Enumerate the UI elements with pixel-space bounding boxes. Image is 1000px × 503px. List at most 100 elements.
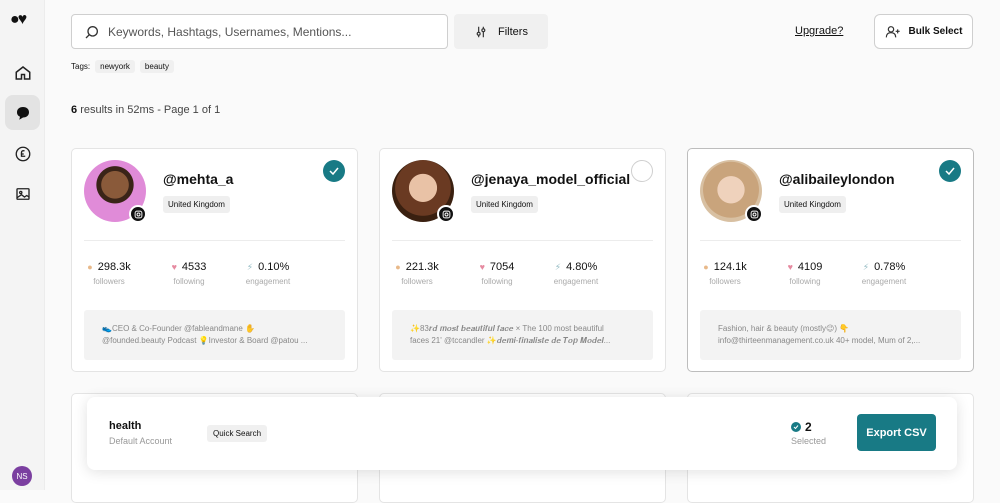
- card-divider: [700, 240, 961, 241]
- engagement-stat: ⚡ 4.80% engagement: [536, 261, 616, 286]
- following-label: following: [481, 277, 513, 286]
- bio-line: faces 21' @tccandler ✨𝒅𝒆𝒎𝒊-𝒇𝒊𝒏𝒂𝒍𝒊𝒔𝒕𝒆 𝒅𝒆 …: [410, 336, 611, 345]
- person-icon: ●: [87, 262, 93, 272]
- tag-chip[interactable]: newyork: [95, 60, 135, 73]
- bio-line: 👟CEO & Co-Founder @fableandmane ✋: [102, 324, 255, 333]
- billing-nav-button[interactable]: [5, 136, 40, 171]
- search-icon: [85, 25, 98, 38]
- image-icon: [15, 187, 30, 200]
- engagement-label: engagement: [245, 277, 291, 286]
- tags-label: Tags:: [71, 62, 91, 71]
- influencer-handle[interactable]: @mehta_a: [163, 171, 233, 187]
- export-csv-button[interactable]: Export CSV: [857, 414, 936, 451]
- add-user-icon: [885, 25, 900, 37]
- followers-value: 221.3k: [405, 261, 439, 273]
- chat-bubble-icon: [16, 106, 29, 120]
- bulk-select-label: Bulk Select: [908, 26, 963, 37]
- results-text: results in 52ms - Page 1 of 1: [80, 104, 221, 116]
- engagement-stat: ⚡ 0.10% engagement: [228, 261, 308, 286]
- checkmark-icon: [791, 422, 801, 432]
- sidebar: ●♥ NS: [0, 0, 45, 490]
- search-input[interactable]: [108, 24, 428, 39]
- engagement-value: 0.78%: [874, 261, 906, 273]
- currency-icon: [15, 146, 30, 161]
- selected-count: 2: [791, 420, 812, 434]
- user-avatar[interactable]: NS: [12, 466, 32, 486]
- selected-label: Selected: [791, 436, 827, 446]
- bio-line: @founded.beauty Podcast 💡Investor & Boar…: [102, 336, 308, 345]
- following-value: 4109: [797, 261, 823, 273]
- following-value: 7054: [489, 261, 515, 273]
- instagram-icon: [129, 205, 147, 223]
- following-stat: ♥ 4109 following: [765, 261, 845, 286]
- home-icon: [15, 65, 30, 80]
- heart-icon: ♥: [171, 262, 177, 272]
- followers-value: 298.3k: [97, 261, 131, 273]
- followers-stat: ● 221.3k followers: [377, 261, 457, 286]
- card-divider: [392, 240, 653, 241]
- bio-text: ✨83𝒓𝒅 𝒎𝒐𝒔𝒕 𝒃𝒆𝒂𝒖𝒕𝒊𝒇𝒖𝒍 𝒇𝒂𝒄𝒆 × The 100 most…: [392, 310, 653, 360]
- following-stat: ♥ 4533 following: [149, 261, 229, 286]
- followers-stat: ● 298.3k followers: [69, 261, 149, 286]
- bulk-select-button[interactable]: Bulk Select: [874, 14, 973, 49]
- select-checkbox[interactable]: [939, 160, 961, 182]
- bio-text: 👟CEO & Co-Founder @fableandmane ✋ @found…: [84, 310, 345, 360]
- engagement-label: engagement: [553, 277, 599, 286]
- account-name[interactable]: health: [109, 420, 141, 432]
- country-badge: United Kingdom: [779, 196, 846, 213]
- instagram-icon: [437, 205, 455, 223]
- engagement-label: engagement: [861, 277, 907, 286]
- engagement-value: 0.10%: [258, 261, 290, 273]
- results-summary: 6 results in 52ms - Page 1 of 1: [71, 104, 220, 116]
- select-checkbox[interactable]: [323, 160, 345, 182]
- followers-stat: ● 124.1k followers: [685, 261, 765, 286]
- influencer-handle[interactable]: @jenaya_model_official: [471, 171, 630, 187]
- following-label: following: [173, 277, 205, 286]
- engagement-value: 4.80%: [566, 261, 598, 273]
- bio-text: Fashion, hair & beauty (mostly😉) 👇 info@…: [700, 310, 961, 360]
- lightning-icon: ⚡: [246, 261, 254, 272]
- tags-row: Tags: newyork beauty: [71, 60, 174, 73]
- following-stat: ♥ 7054 following: [457, 261, 537, 286]
- card-divider: [84, 240, 345, 241]
- lightning-icon: ⚡: [554, 261, 562, 272]
- country-badge: United Kingdom: [471, 196, 538, 213]
- sliders-icon: [476, 26, 486, 37]
- person-icon: ●: [703, 262, 709, 272]
- filters-button[interactable]: Filters: [454, 14, 548, 49]
- checkmark-icon: [945, 167, 955, 176]
- select-checkbox[interactable]: [631, 160, 653, 182]
- account-subtitle: Default Account: [109, 436, 173, 446]
- influencer-card[interactable]: @jenaya_model_official United Kingdom ● 2…: [379, 148, 666, 372]
- instagram-icon: [745, 205, 763, 223]
- search-nav-button[interactable]: [5, 95, 40, 130]
- filters-label: Filters: [498, 25, 528, 38]
- bio-line: Fashion, hair & beauty (mostly😉) 👇: [718, 324, 850, 333]
- person-icon: ●: [395, 262, 401, 272]
- upgrade-link[interactable]: Upgrade?: [795, 25, 843, 37]
- followers-label: followers: [709, 277, 741, 286]
- influencer-card[interactable]: @mehta_a United Kingdom ● 298.3k follower…: [71, 148, 358, 372]
- results-count: 6: [71, 104, 78, 116]
- checkmark-icon: [329, 167, 339, 176]
- search-bar[interactable]: [71, 14, 448, 49]
- heart-icon: ♥: [787, 262, 793, 272]
- influencer-card[interactable]: @alibaileylondon United Kingdom ● 124.1k …: [687, 148, 974, 372]
- media-nav-button[interactable]: [5, 176, 40, 211]
- tag-chip[interactable]: beauty: [139, 60, 174, 73]
- following-label: following: [789, 277, 821, 286]
- quick-search-button[interactable]: Quick Search: [207, 425, 268, 442]
- heart-icon: ♥: [479, 262, 485, 272]
- followers-value: 124.1k: [713, 261, 747, 273]
- engagement-stat: ⚡ 0.78% engagement: [844, 261, 924, 286]
- selection-action-bar: health Default Account Quick Search 2 Se…: [87, 397, 957, 470]
- influencer-handle[interactable]: @alibaileylondon: [779, 171, 895, 187]
- followers-label: followers: [401, 277, 433, 286]
- lightning-icon: ⚡: [862, 261, 870, 272]
- selected-count-value: 2: [805, 420, 812, 434]
- app-logo[interactable]: ●♥: [10, 12, 27, 28]
- country-badge: United Kingdom: [163, 196, 230, 213]
- following-value: 4533: [181, 261, 207, 273]
- followers-label: followers: [93, 277, 125, 286]
- home-nav-button[interactable]: [5, 55, 40, 90]
